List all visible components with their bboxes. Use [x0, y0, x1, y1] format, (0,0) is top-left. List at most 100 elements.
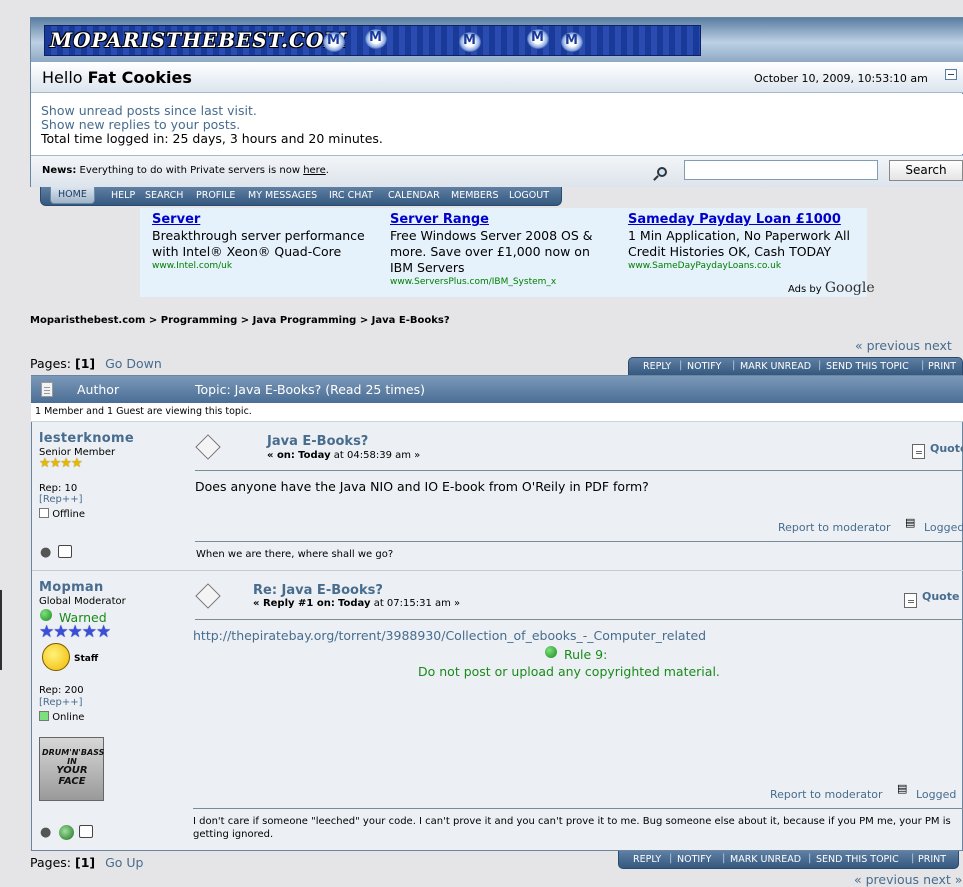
next-link[interactable]: next — [924, 338, 952, 353]
search-icon — [657, 167, 667, 177]
menu-search[interactable]: SEARCH — [145, 190, 183, 201]
ad-banner: Server Breakthrough server performance w… — [140, 208, 867, 297]
signature-divider — [193, 808, 963, 809]
ads-by-google[interactable]: Ads by Google — [788, 280, 875, 296]
send-topic-button[interactable]: SEND THIS TOPIC — [826, 361, 909, 372]
mark-unread-button[interactable]: MARK UNREAD — [730, 854, 801, 865]
news-link[interactable]: here — [303, 165, 326, 176]
separator: | — [669, 853, 673, 864]
signature: When we are there, where shall we go? — [196, 549, 394, 560]
menu-irc-chat[interactable]: IRC CHAT — [329, 190, 373, 201]
previous-link[interactable]: « previous — [854, 872, 919, 887]
reply-button[interactable]: REPLY — [633, 854, 661, 865]
search-input[interactable] — [684, 160, 878, 180]
menu-my-messages[interactable]: MY MESSAGES — [248, 190, 317, 201]
menu-logout[interactable]: LOGOUT — [509, 190, 549, 201]
ad-title[interactable]: Sameday Payday Loan £1000 — [628, 212, 841, 227]
menu-profile[interactable]: PROFILE — [196, 190, 235, 201]
time-logged-in: Total time logged in: 25 days, 3 hours a… — [41, 131, 383, 146]
menu-calendar[interactable]: CALENDAR — [388, 190, 440, 201]
notify-button[interactable]: NOTIFY — [687, 361, 721, 372]
ad-url[interactable]: www.ServersPlus.com/IBM_System_x — [390, 277, 556, 287]
report-to-moderator-link[interactable]: Report to moderator — [770, 788, 883, 801]
collapse-icon[interactable] — [945, 69, 957, 80]
news: News: Everything to do with Private serv… — [42, 165, 329, 176]
rank-stars: ★★★★ — [39, 456, 83, 471]
ad-body: 1 Min Application, No Paperwork All Cred… — [628, 228, 850, 259]
news-label: News: — [42, 165, 77, 176]
report-to-moderator-link[interactable]: Report to moderator — [778, 521, 891, 534]
meta-time: at 04:58:39 am » — [333, 450, 421, 461]
post-meta: « on: Today at 04:58:39 am » — [267, 450, 420, 461]
online-status: Online — [39, 711, 84, 723]
ad-url[interactable]: www.Intel.com/uk — [152, 261, 232, 271]
menu-home[interactable]: HOME — [50, 187, 95, 204]
breadcrumb[interactable]: Moparisthebest.com > Programming > Java … — [30, 315, 450, 326]
post-title[interactable]: Re: Java E-Books? — [253, 583, 383, 598]
quote-icon[interactable] — [912, 444, 925, 459]
pagination-top: Pages: [1] Go Down — [30, 356, 162, 371]
profile-icon[interactable]: ● — [40, 825, 51, 840]
current-page: [1] — [74, 356, 96, 371]
status-text: Offline — [52, 509, 85, 520]
send-topic-button[interactable]: SEND THIS TOPIC — [816, 854, 899, 865]
go-down-link[interactable]: Go Down — [105, 356, 162, 371]
reply-button[interactable]: REPLY — [643, 361, 671, 372]
previous-link[interactable]: « previous — [855, 338, 920, 353]
meta-day: Today — [298, 450, 331, 461]
separator: | — [911, 853, 915, 864]
ad-body: Free Windows Server 2008 OS & more. Save… — [390, 228, 593, 275]
mopar-logo-icon — [561, 32, 583, 52]
go-up-link[interactable]: Go Up — [105, 855, 143, 870]
separator: | — [808, 853, 812, 864]
print-button[interactable]: PRINT — [928, 361, 956, 372]
search-button[interactable]: Search — [889, 160, 963, 181]
greeting-prefix: Hello — [42, 68, 83, 87]
ad-title[interactable]: Server Range — [390, 212, 489, 227]
viewing-text: 1 Member and 1 Guest are viewing this to… — [35, 406, 252, 417]
post-divider — [195, 619, 963, 620]
topic-header — [31, 376, 963, 403]
new-replies-link[interactable]: Show new replies to your posts. — [41, 117, 240, 132]
avatar-line: DRUM'N'BASS — [42, 748, 105, 757]
quote-button[interactable]: Quote — [922, 590, 959, 603]
online-status: Offline — [39, 508, 85, 520]
quote-button[interactable]: Quote — [930, 442, 963, 455]
poster-name[interactable]: lesterknome — [39, 431, 134, 446]
separator: | — [818, 360, 822, 371]
unread-posts-link[interactable]: Show unread posts since last visit. — [41, 103, 257, 118]
message-icon[interactable] — [58, 545, 72, 558]
rep-plus-link[interactable]: [Rep++] — [39, 494, 83, 505]
mark-unread-button[interactable]: MARK UNREAD — [740, 361, 811, 372]
message-icon[interactable] — [79, 825, 93, 838]
status-text: Online — [52, 712, 85, 723]
rule-text: Do not post or upload any copyrighted ma… — [418, 664, 720, 679]
quote-icon[interactable] — [904, 593, 917, 608]
site-logo[interactable]: MOPARISTHEBEST.COM — [44, 25, 701, 56]
staff-badge: Staff — [74, 654, 99, 664]
poster-name[interactable]: Mopman — [39, 580, 104, 595]
meta-on: « Reply #1 on: — [253, 598, 335, 609]
post-title[interactable]: Java E-Books? — [267, 434, 368, 449]
print-button[interactable]: PRINT — [918, 854, 946, 865]
reputation: Rep: 200 — [39, 685, 84, 696]
rep-plus-link[interactable]: [Rep++] — [39, 697, 83, 708]
pagination-bottom: Pages: [1] Go Up — [30, 855, 144, 870]
mopar-logo-icon — [459, 32, 481, 52]
notify-button[interactable]: NOTIFY — [677, 854, 711, 865]
menu-help[interactable]: HELP — [111, 190, 135, 201]
news-end: . — [325, 165, 329, 176]
meta-day: Today — [338, 598, 371, 609]
ad-title[interactable]: Server — [152, 212, 200, 227]
mopar-logo-icon — [365, 29, 387, 49]
online-icon — [39, 711, 49, 721]
post-link[interactable]: http://thepiratebay.org/torrent/3988930/… — [193, 628, 706, 643]
ad-url[interactable]: www.SameDayPaydayLoans.co.uk — [628, 261, 781, 271]
poster-rank: Global Moderator — [39, 596, 126, 607]
post-separator — [32, 570, 963, 571]
post-body: Does anyone have the Java NIO and IO E-b… — [195, 479, 649, 494]
next-link[interactable]: next » — [923, 872, 962, 887]
profile-icon[interactable]: ● — [40, 545, 51, 560]
website-icon[interactable] — [59, 825, 74, 840]
menu-members[interactable]: MEMBERS — [451, 190, 499, 201]
